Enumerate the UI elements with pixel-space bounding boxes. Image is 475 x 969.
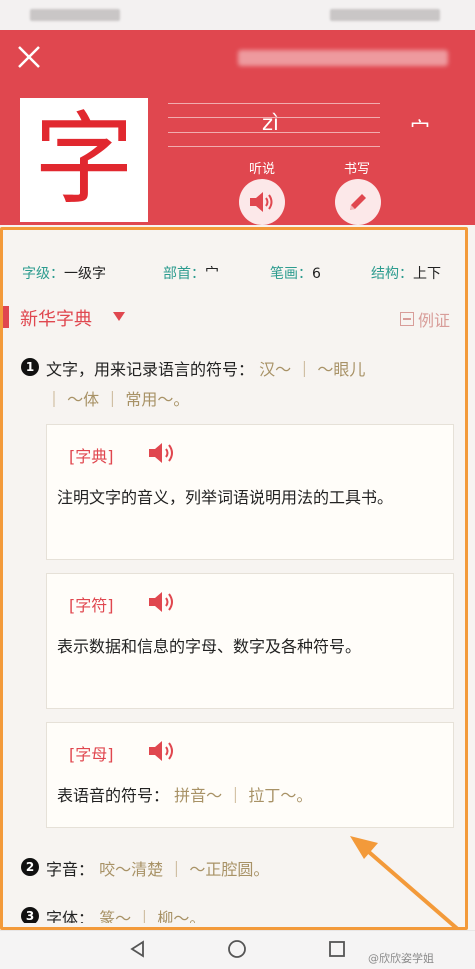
example-link[interactable]: ～眼儿 [317, 360, 365, 379]
caret-down-icon[interactable] [113, 312, 125, 321]
strokes-info: 笔画：6 [270, 266, 321, 282]
listen-label: 听说 [249, 162, 276, 177]
watermark: @欣欣姿学姐 [368, 952, 434, 965]
radical-info: 部首：宀 [163, 266, 219, 282]
dictionary-selector[interactable]: 新华字典 [20, 305, 92, 331]
collapse-icon [400, 312, 414, 326]
definition-number-3: 3 [21, 907, 39, 923]
definition-1-text-cont: ｜ ～体 ｜ 常用～。 [46, 390, 190, 409]
speaker-icon[interactable] [147, 590, 177, 614]
radical-text: 宀 [410, 117, 430, 141]
status-icons-right [330, 9, 440, 21]
section-accent-bar [0, 306, 9, 328]
example-link[interactable]: 拼音～ [174, 786, 222, 805]
word-card[interactable]: [字典] 注明文字的音义，列举词语说明用法的工具书。 [46, 424, 454, 560]
pinyin-text: zì [262, 111, 279, 135]
word-card[interactable]: [字符] 表示数据和信息的字母、数字及各种符号。 [46, 573, 454, 709]
speaker-icon[interactable] [147, 739, 177, 763]
structure-info: 结构：上下 [371, 266, 441, 282]
definition-3-clip: 3 字体： 篆～ ｜ 柳～。 [0, 895, 475, 923]
write-button[interactable] [335, 179, 381, 225]
recents-icon[interactable] [327, 939, 347, 959]
definition-2-text: 字音： 咬～清楚 ｜ ～正腔圆。 [46, 860, 270, 879]
example-link[interactable]: 拉丁～。 [248, 786, 312, 805]
example-link[interactable]: 咬～清楚 [99, 860, 163, 879]
home-icon[interactable] [227, 939, 247, 959]
listen-button[interactable] [239, 179, 285, 225]
definition-1-text: 文字，用来记录语言的符号： 汉～ ｜ ～眼儿 [46, 360, 366, 379]
word-definition: 表示数据和信息的字母、数字及各种符号。 [57, 637, 362, 656]
character-glyph: 字 [34, 101, 134, 218]
character-display: 字 [20, 98, 148, 222]
example-link[interactable]: ～正腔圆。 [189, 860, 269, 879]
word-card[interactable]: [字母] 表语音的符号： 拼音～ ｜ 拉丁～。 [46, 722, 454, 828]
level-info: 字级：一级字 [22, 266, 106, 282]
example-link[interactable]: 篆～ [99, 909, 131, 923]
example-link[interactable]: 常用～。 [125, 390, 189, 409]
status-bar [0, 0, 475, 30]
definition-3-text: 字体： 篆～ ｜ 柳～。 [46, 905, 205, 923]
example-link[interactable]: 汉～ [259, 360, 291, 379]
speaker-icon[interactable] [147, 441, 177, 465]
status-icons-left [30, 9, 120, 21]
word-definition: 表语音的符号： 拼音～ ｜ 拉丁～。 [57, 786, 313, 805]
example-link[interactable]: 柳～。 [157, 909, 205, 923]
word-definition: 注明文字的音义，列举词语说明用法的工具书。 [57, 488, 394, 507]
definition-number-1: 1 [21, 358, 39, 376]
word-tag: [字符] [69, 596, 114, 615]
back-icon[interactable] [128, 939, 148, 959]
definition-number-2: 2 [21, 858, 39, 876]
header-actions-blurred [238, 50, 448, 66]
word-tag: [字典] [69, 447, 114, 466]
write-label: 书写 [344, 162, 371, 177]
pencil-icon [350, 194, 366, 210]
example-toggle[interactable]: 例证 [400, 307, 450, 331]
close-icon[interactable] [16, 44, 42, 70]
example-link[interactable]: ～体 [67, 390, 99, 409]
word-tag: [字母] [69, 745, 114, 764]
speaker-icon [250, 192, 273, 212]
